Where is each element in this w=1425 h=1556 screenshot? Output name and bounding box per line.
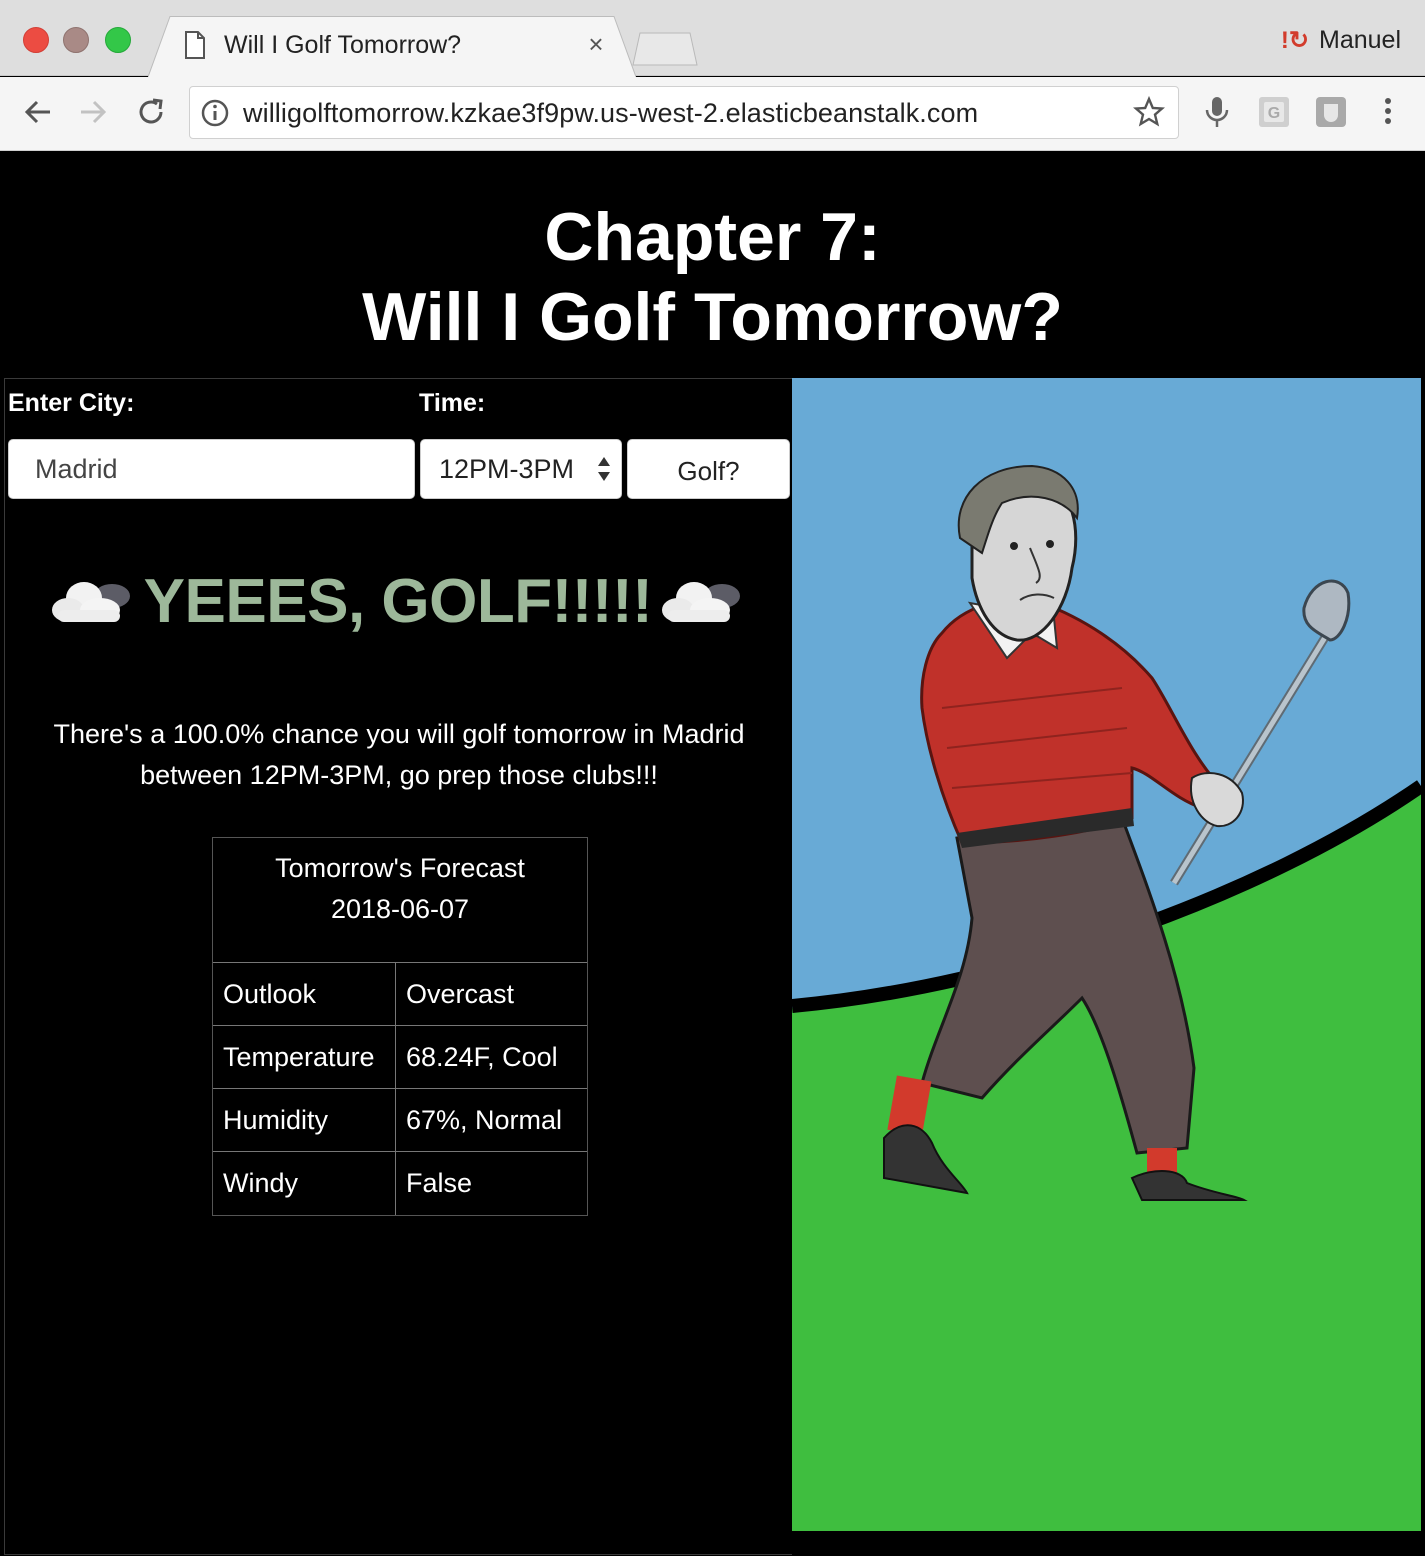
result-message-line-2: between 12PM-3PM, go prep those clubs!!! xyxy=(140,760,658,790)
table-row: Humidity 67%, Normal xyxy=(213,1089,587,1152)
reload-icon xyxy=(139,98,163,124)
url-text[interactable]: willigolftomorrow.kzkae3f9pw.us-west-2.e… xyxy=(243,98,978,129)
table-row: Windy False xyxy=(213,1152,587,1215)
forecast-value: 68.24F, Cool xyxy=(406,1041,558,1072)
golfer-illustration xyxy=(792,378,1421,1531)
page-title-line-1: Chapter 7: xyxy=(544,199,881,275)
verdict-banner: YEEES, GOLF!!!!! xyxy=(4,561,792,641)
forward-icon xyxy=(81,100,107,124)
page-content: Chapter 7: Will I Golf Tomorrow? Enter C… xyxy=(0,151,1425,1556)
cloud-icon xyxy=(51,582,130,622)
menu-dots-icon[interactable] xyxy=(1372,95,1404,129)
table-row: Outlook Overcast xyxy=(213,963,587,1026)
select-arrows-icon xyxy=(598,457,610,481)
tab-close-icon[interactable]: × xyxy=(583,31,609,57)
result-message-line-1: There's a 100.0% chance you will golf to… xyxy=(53,719,745,749)
back-button[interactable] xyxy=(20,94,56,130)
time-select[interactable]: 12PM-3PM xyxy=(420,439,622,499)
forecast-key: Windy xyxy=(213,1152,396,1215)
city-input[interactable] xyxy=(8,439,415,499)
forecast-title: Tomorrow's Forecast xyxy=(275,853,525,883)
back-icon xyxy=(24,100,50,124)
microphone-icon[interactable] xyxy=(1201,95,1233,129)
minimize-window-button[interactable] xyxy=(63,27,89,53)
forecast-key: Outlook xyxy=(213,963,396,1025)
forecast-value: False xyxy=(406,1168,473,1198)
table-row: Temperature 68.24F, Cool xyxy=(213,1026,587,1089)
tab-title: Will I Golf Tomorrow? xyxy=(224,31,462,59)
star-icon[interactable] xyxy=(1133,96,1165,128)
result-message: There's a 100.0% chance you will golf to… xyxy=(14,714,784,796)
forecast-table: Tomorrow's Forecast 2018-06-07 Outlook O… xyxy=(212,837,588,1216)
page-title-line-2: Will I Golf Tomorrow? xyxy=(362,279,1063,355)
extension-g-icon[interactable]: G xyxy=(1258,95,1290,129)
time-label: Time: xyxy=(419,389,486,417)
forecast-header: Tomorrow's Forecast 2018-06-07 xyxy=(213,838,587,963)
sync-error-icon: !↻ xyxy=(1280,27,1309,54)
extension-shield-icon[interactable] xyxy=(1315,95,1347,129)
golf-submit-button[interactable]: Golf? xyxy=(627,439,790,499)
forecast-key: Temperature xyxy=(213,1026,396,1088)
forecast-value: Overcast xyxy=(406,978,515,1009)
city-label: Enter City: xyxy=(8,389,135,417)
profile-name: Manuel xyxy=(1319,26,1401,54)
forecast-key: Humidity xyxy=(213,1089,396,1151)
cloud-icon xyxy=(662,582,741,622)
info-icon[interactable] xyxy=(201,99,229,127)
verdict-text: YEEES, GOLF!!!!! xyxy=(143,566,653,636)
svg-text:G: G xyxy=(1268,105,1280,122)
forecast-date: 2018-06-07 xyxy=(330,894,470,924)
profile-button[interactable]: !↻ Manuel xyxy=(1281,26,1401,55)
forecast-value: 67%, Normal xyxy=(406,1104,563,1135)
forward-button[interactable] xyxy=(75,94,111,130)
time-select-value: 12PM-3PM xyxy=(439,453,575,484)
page-title: Chapter 7: Will I Golf Tomorrow? xyxy=(0,197,1425,357)
close-window-button[interactable] xyxy=(23,27,49,53)
page-document-icon xyxy=(185,31,205,59)
maximize-window-button[interactable] xyxy=(105,27,131,53)
reload-button[interactable] xyxy=(133,94,169,130)
browser-titlebar: Will I Golf Tomorrow? × !↻ Manuel xyxy=(0,0,1425,77)
new-tab-button[interactable] xyxy=(632,32,698,66)
